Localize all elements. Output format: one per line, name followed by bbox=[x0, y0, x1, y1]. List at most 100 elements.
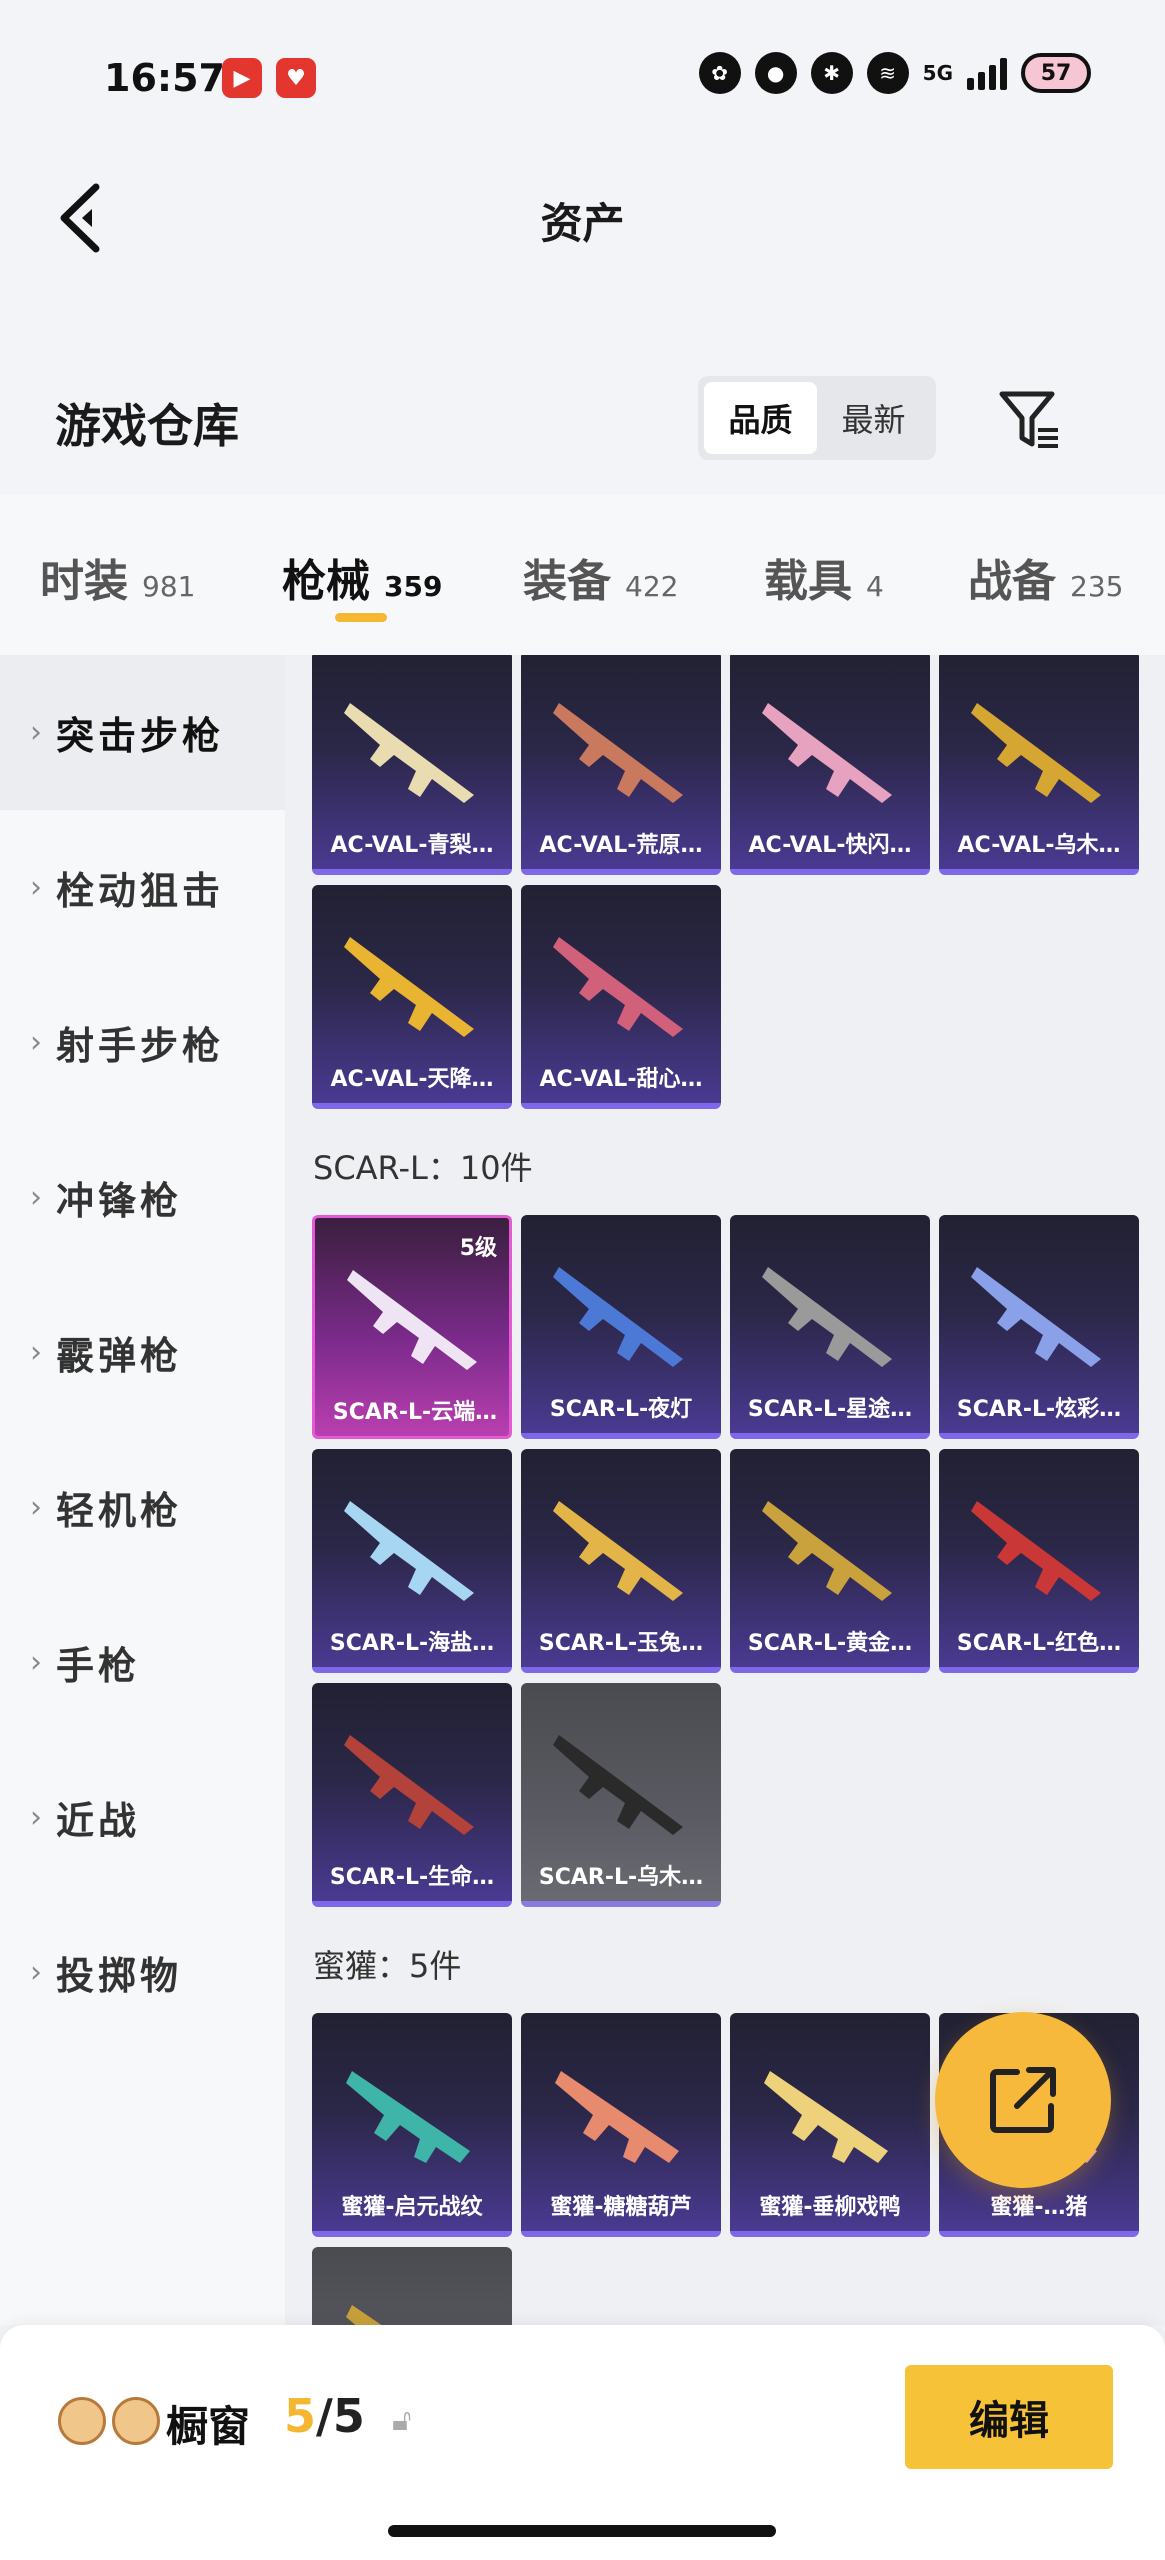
sidebar-item-marksman-rifle[interactable]: › 射手步枪 bbox=[0, 965, 285, 1120]
tab-vehicles[interactable]: 载具 4 bbox=[764, 545, 884, 609]
rifle-icon bbox=[971, 703, 1101, 803]
weapon-card[interactable]: SCAR-L-炫彩… bbox=[939, 1215, 1139, 1439]
rifle-icon bbox=[347, 1270, 477, 1370]
weapon-card[interactable] bbox=[312, 2247, 512, 2325]
edit-button[interactable]: 编辑 bbox=[905, 2365, 1113, 2469]
rifle-icon bbox=[762, 703, 892, 803]
lock-icon: 🔓︎ bbox=[392, 2403, 412, 2438]
weapon-card[interactable]: SCAR-L-生命… bbox=[312, 1683, 512, 1907]
tab-count: 359 bbox=[384, 570, 443, 603]
weapon-card[interactable]: SCAR-L-星途… bbox=[730, 1215, 930, 1439]
share-export-icon bbox=[990, 2067, 1056, 2133]
chevron-right-icon: › bbox=[30, 1025, 42, 1060]
smg-icon bbox=[764, 2071, 888, 2163]
weapon-card[interactable]: SCAR-L-夜灯 bbox=[521, 1215, 721, 1439]
status-icons: ✿ ● ✱ ≋ 5G 57 bbox=[698, 52, 1091, 94]
weapon-card[interactable]: 蜜獾-糖糖葫芦 bbox=[521, 2013, 721, 2237]
weapon-name: SCAR-L-生命… bbox=[329, 1865, 495, 1890]
status-bar: 16:57 ▶ ♥ ✿ ● ✱ ≋ 5G 57 bbox=[0, 0, 1165, 160]
tab-count: 4 bbox=[866, 570, 884, 603]
weapon-card[interactable]: 蜜獾-垂柳戏鸭 bbox=[730, 2013, 930, 2237]
tab-fashion[interactable]: 时装 981 bbox=[40, 545, 195, 609]
sidebar-item-label: 近战 bbox=[56, 1799, 141, 1843]
rifle-icon bbox=[762, 1501, 892, 1601]
showcase-max: /5 bbox=[316, 2389, 365, 2443]
weapon-name: SCAR-L-海盐… bbox=[329, 1631, 495, 1656]
sidebar-item-label: 手枪 bbox=[56, 1644, 141, 1688]
sort-toggle: 品质 最新 bbox=[698, 376, 936, 460]
weapon-name: SCAR-L-乌木… bbox=[538, 1865, 704, 1890]
weapon-name: AC-VAL-甜心… bbox=[539, 1067, 703, 1092]
asset-page: 16:57 ▶ ♥ ✿ ● ✱ ≋ 5G 57 资产 游戏仓库 品质 最新 时装… bbox=[0, 0, 1165, 2560]
tab-count: 235 bbox=[1070, 570, 1124, 603]
smg-icon bbox=[346, 2071, 470, 2163]
tab-supplies[interactable]: 战备 235 bbox=[968, 545, 1123, 609]
share-fab-button[interactable] bbox=[935, 2012, 1111, 2188]
tab-label: 时装 bbox=[40, 556, 128, 607]
page-title: 资产 bbox=[540, 199, 625, 248]
tab-guns[interactable]: 枪械 359 bbox=[282, 545, 442, 609]
weapon-name: SCAR-L-玉兔… bbox=[538, 1631, 704, 1656]
tab-equipment[interactable]: 装备 422 bbox=[523, 545, 678, 609]
weapon-card[interactable]: SCAR-L-海盐… bbox=[312, 1449, 512, 1673]
rifle-icon bbox=[553, 703, 683, 803]
sidebar-item-label: 突击步枪 bbox=[56, 714, 225, 758]
home-indicator[interactable] bbox=[388, 2525, 776, 2537]
rifle-icon bbox=[762, 1267, 892, 1367]
weapon-name: AC-VAL-青梨… bbox=[330, 833, 494, 858]
weapon-card[interactable]: SCAR-L-红色… bbox=[939, 1449, 1139, 1673]
rifle-icon bbox=[553, 1501, 683, 1601]
sidebar-item-throwable[interactable]: › 投掷物 bbox=[0, 1895, 285, 2050]
weapon-name: SCAR-L-红色… bbox=[956, 1631, 1122, 1656]
weapon-card[interactable]: AC-VAL-甜心… bbox=[521, 885, 721, 1109]
status-time: 16:57 bbox=[104, 56, 225, 100]
weapon-card[interactable]: AC-VAL-天降… bbox=[312, 885, 512, 1109]
sort-quality-option[interactable]: 品质 bbox=[704, 382, 817, 454]
paw-avatar-icon bbox=[112, 2397, 160, 2445]
weapon-card[interactable]: SCAR-L-黄金… bbox=[730, 1449, 930, 1673]
chevron-right-icon: › bbox=[30, 1490, 42, 1525]
sidebar-item-assault-rifle[interactable]: › 突击步枪 bbox=[0, 655, 285, 810]
weapon-name: 蜜獾-垂柳戏鸭 bbox=[759, 2195, 901, 2220]
rifle-icon bbox=[553, 1735, 683, 1835]
sort-newest-option[interactable]: 最新 bbox=[817, 382, 930, 454]
weapon-card[interactable]: 5级 SCAR-L-云端… bbox=[312, 1215, 512, 1439]
weapon-name: AC-VAL-快闪… bbox=[748, 833, 912, 858]
sidebar-item-melee[interactable]: › 近战 bbox=[0, 1740, 285, 1895]
weapon-name: SCAR-L-云端… bbox=[332, 1400, 498, 1425]
active-tab-indicator bbox=[335, 613, 387, 622]
weapon-card[interactable]: AC-VAL-乌木… bbox=[939, 655, 1139, 875]
weapon-card[interactable]: SCAR-L-乌木… bbox=[521, 1683, 721, 1907]
tab-count: 981 bbox=[142, 570, 196, 603]
weapon-type-sidebar: › 突击步枪 › 栓动狙击 › 射手步枪 › 冲锋枪 › 霰弹枪 › 轻机枪 ›… bbox=[0, 655, 285, 2325]
chevron-right-icon: › bbox=[30, 1645, 42, 1680]
bear-notify-icon: ● bbox=[754, 52, 797, 94]
weapon-card[interactable]: SCAR-L-玉兔… bbox=[521, 1449, 721, 1673]
chevron-right-icon: › bbox=[30, 1180, 42, 1215]
rifle-icon bbox=[971, 1501, 1101, 1601]
weapon-card[interactable]: AC-VAL-荒原… bbox=[521, 655, 721, 875]
sidebar-item-smg[interactable]: › 冲锋枪 bbox=[0, 1120, 285, 1275]
sidebar-item-shotgun[interactable]: › 霰弹枪 bbox=[0, 1275, 285, 1430]
nav-bar: 资产 bbox=[0, 160, 1165, 280]
group-label-scar: SCAR-L：10件 bbox=[313, 1149, 533, 1187]
weapon-card[interactable]: AC-VAL-快闪… bbox=[730, 655, 930, 875]
sidebar-item-label: 栓动狙击 bbox=[56, 869, 225, 913]
filter-button[interactable] bbox=[990, 380, 1070, 460]
sidebar-item-bolt-sniper[interactable]: › 栓动狙击 bbox=[0, 810, 285, 965]
tab-label: 装备 bbox=[523, 556, 611, 607]
weapon-card[interactable]: 蜜獾-启元战纹 bbox=[312, 2013, 512, 2237]
rifle-icon bbox=[553, 1267, 683, 1367]
video-app-icon: ▶ bbox=[222, 58, 262, 98]
sidebar-item-lmg[interactable]: › 轻机枪 bbox=[0, 1430, 285, 1585]
category-tabs: 时装 981 枪械 359 装备 422 载具 4 战备 235 bbox=[0, 495, 1165, 655]
rifle-icon bbox=[971, 1267, 1101, 1367]
weapon-card[interactable]: AC-VAL-青梨… bbox=[312, 655, 512, 875]
rifle-icon bbox=[344, 703, 474, 803]
sidebar-item-pistol[interactable]: › 手枪 bbox=[0, 1585, 285, 1740]
heart-app-icon: ♥ bbox=[276, 58, 316, 98]
sidebar-item-label: 轻机枪 bbox=[56, 1489, 183, 1533]
tab-label: 载具 bbox=[764, 556, 852, 607]
rifle-icon bbox=[344, 937, 474, 1037]
tab-label: 枪械 bbox=[282, 556, 370, 607]
